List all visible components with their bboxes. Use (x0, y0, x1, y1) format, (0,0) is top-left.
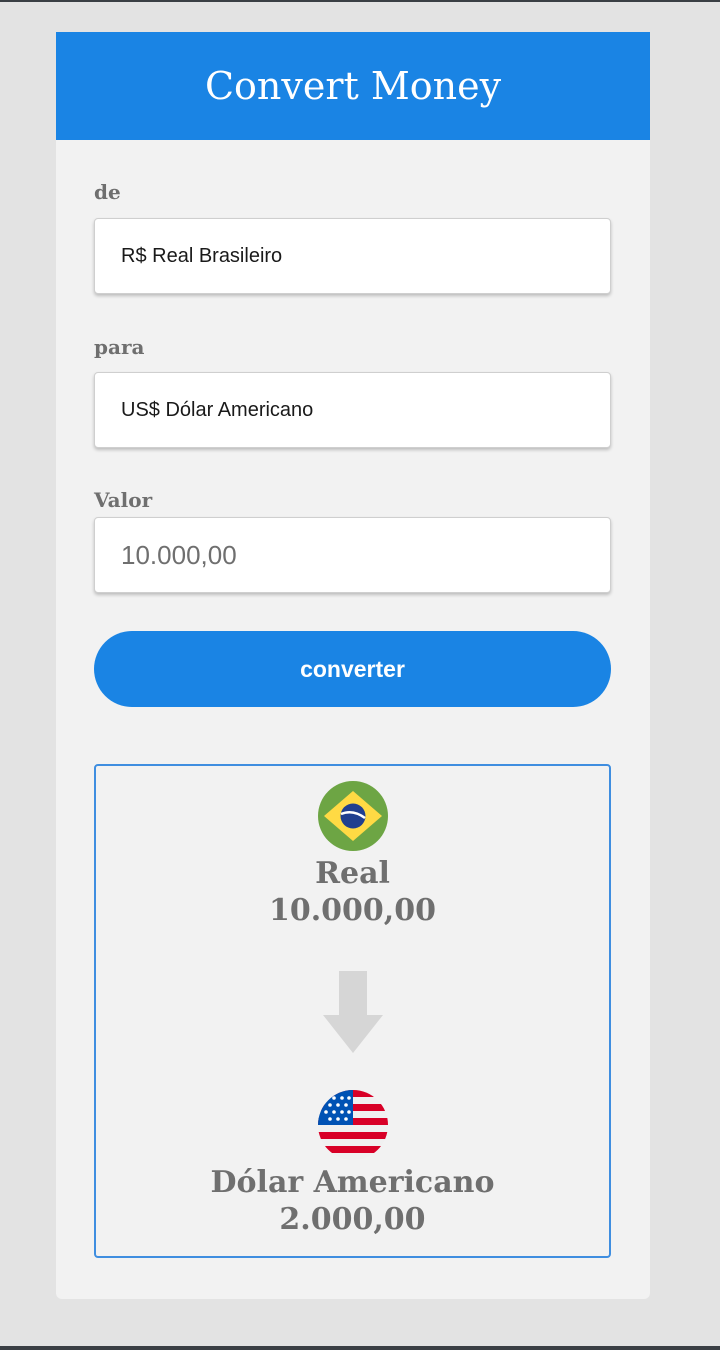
from-currency-value: R$ Real Brasileiro (121, 244, 283, 267)
to-amount: 2.000,00 (279, 1202, 426, 1237)
to-currency-select[interactable]: US$ Dólar Americano (94, 372, 611, 448)
app-header: Convert Money (56, 32, 650, 140)
usa-flag-icon (318, 1090, 388, 1160)
from-currency-select[interactable]: R$ Real Brasileiro (94, 218, 611, 294)
to-currency-name: Dólar Americano (210, 1165, 495, 1200)
from-currency-name: Real (315, 856, 390, 891)
result-panel: Real 10.000,00 Dólar Americano 2.000,00 (94, 764, 611, 1258)
brazil-flag-icon (318, 781, 388, 851)
amount-label: Valor (94, 488, 153, 512)
bottom-border (0, 1346, 720, 1350)
to-label: para (94, 335, 145, 359)
amount-input[interactable] (121, 539, 610, 571)
app-title: Convert Money (204, 64, 502, 108)
converter-card: Convert Money de R$ Real Brasileiro para… (56, 32, 650, 1299)
from-amount: 10.000,00 (268, 893, 436, 928)
from-label: de (94, 180, 121, 204)
arrow-down-icon (323, 971, 383, 1053)
to-currency-value: US$ Dólar Americano (121, 398, 314, 421)
convert-button[interactable]: converter (94, 631, 611, 707)
top-border (0, 0, 720, 2)
amount-field[interactable] (94, 517, 611, 593)
